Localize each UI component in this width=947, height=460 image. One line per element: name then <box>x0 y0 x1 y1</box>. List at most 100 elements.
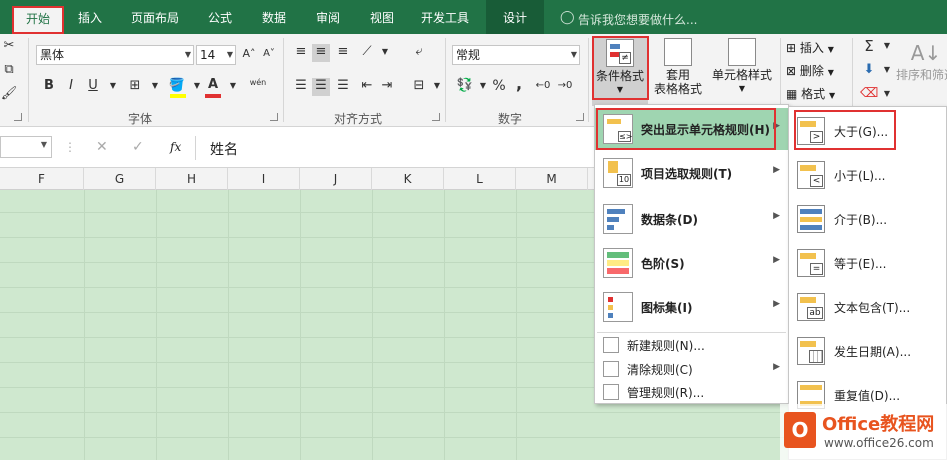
currency-icon[interactable]: 💱 <box>456 78 474 96</box>
tab-insert[interactable]: 插入 <box>66 0 114 34</box>
italic-button[interactable]: I <box>62 78 80 96</box>
format-painter-icon[interactable]: 🖌 <box>0 86 18 104</box>
submenu-item-text-contains[interactable]: ab 文本包含(T)... <box>789 285 944 329</box>
alignment-dialog-launcher[interactable] <box>432 113 440 121</box>
underline-button[interactable]: U <box>84 78 102 96</box>
conditional-format-label: 条件格式 <box>595 69 644 83</box>
chevron-down-icon[interactable]: ▼ <box>878 38 896 56</box>
clipboard-dialog-launcher[interactable] <box>14 113 22 121</box>
delete-cells-button[interactable]: ⊠ 删除 ▼ <box>786 61 834 81</box>
fill-icon[interactable]: ⬇ <box>860 62 878 80</box>
cut-icon[interactable]: ✂ <box>0 38 18 56</box>
menu-item-data-bars[interactable]: 数据条(D) ▶ <box>595 198 788 240</box>
merge-center-icon[interactable]: ⊟ <box>410 78 428 96</box>
column-header[interactable]: F <box>0 168 84 190</box>
manage-rules-icon <box>603 384 619 400</box>
chevron-down-icon[interactable]: ▼ <box>104 78 122 96</box>
increase-indent-icon[interactable]: ⇥ <box>378 78 396 96</box>
menu-item-highlight-cells-rules[interactable]: ≤> 突出显示单元格规则(H) ▶ <box>595 108 788 150</box>
cell-styles-button[interactable]: 单元格样式 ▼ <box>708 38 776 96</box>
enter-icon[interactable]: ✓ <box>132 139 144 155</box>
tab-formulas[interactable]: 公式 <box>196 0 244 34</box>
font-size-combo[interactable]: 14 ▼ <box>196 45 236 65</box>
font-name-combo[interactable]: 黑体 ▼ <box>36 45 194 65</box>
menu-item-manage-rules[interactable]: 管理规则(R)... <box>595 380 788 404</box>
align-center-icon[interactable]: ☰ <box>312 78 330 96</box>
column-header[interactable]: I <box>228 168 300 190</box>
tell-me-input[interactable]: 告诉我您想要做什么... <box>578 11 697 28</box>
wrap-text-icon[interactable]: ⤶ <box>410 44 428 62</box>
align-right-icon[interactable]: ☰ <box>334 78 352 96</box>
submenu-item-label: 重复值(D)... <box>834 389 901 403</box>
phonetic-guide-icon[interactable]: wén <box>246 75 270 93</box>
tab-view[interactable]: 视图 <box>358 0 406 34</box>
clear-icon[interactable]: ⌫ <box>860 86 878 104</box>
menu-item-new-rule[interactable]: 新建规则(N)... <box>595 333 788 357</box>
tab-data[interactable]: 数据 <box>250 0 298 34</box>
chevron-down-icon: ▼ <box>570 50 577 59</box>
border-icon[interactable]: ⊞ <box>126 78 144 96</box>
bold-button[interactable]: B <box>40 78 58 96</box>
submenu-item-date-occurring[interactable]: 发生日期(A)... <box>789 329 944 373</box>
menu-item-color-scales[interactable]: 色阶(S) ▶ <box>595 242 788 284</box>
formula-input[interactable]: 姓名 <box>195 136 595 160</box>
increase-decimal-icon[interactable]: ←0 <box>534 78 552 96</box>
copy-icon[interactable]: ⧉ <box>0 62 18 80</box>
tab-design[interactable]: 设计 <box>486 0 544 34</box>
submenu-item-greater-than[interactable]: > 大于(G)... <box>789 109 944 153</box>
chevron-down-icon[interactable]: ▼ <box>376 44 394 62</box>
align-left-icon[interactable]: ☰ <box>292 78 310 96</box>
decrease-decimal-icon[interactable]: →0 <box>556 78 574 96</box>
cancel-icon[interactable]: ✕ <box>96 139 108 155</box>
name-box[interactable]: ▼ <box>0 136 52 158</box>
submenu-item-equal-to[interactable]: = 等于(E)... <box>789 241 944 285</box>
font-dialog-launcher[interactable] <box>270 113 278 121</box>
chevron-down-icon[interactable]: ▼ <box>878 86 896 104</box>
column-header[interactable]: G <box>84 168 156 190</box>
equal-to-icon: = <box>797 249 825 277</box>
increase-font-icon[interactable]: A˄ <box>240 46 258 64</box>
comma-button[interactable]: , <box>510 76 528 94</box>
chevron-down-icon[interactable]: ▼ <box>878 62 896 80</box>
menu-item-icon-sets[interactable]: 图标集(I) ▶ <box>595 286 788 328</box>
decrease-indent-icon[interactable]: ⇤ <box>358 78 376 96</box>
sort-filter-button[interactable]: A↓ 排序和筛选 <box>896 38 947 82</box>
align-bottom-icon[interactable]: ≡ <box>334 44 352 62</box>
submenu-item-between[interactable]: 介于(B)... <box>789 197 944 241</box>
column-header[interactable]: M <box>516 168 588 190</box>
autosum-icon[interactable]: Σ <box>860 38 878 56</box>
chevron-down-icon[interactable]: ▼ <box>224 78 242 96</box>
percent-button[interactable]: % <box>490 78 508 96</box>
format-label: 格式 <box>801 87 826 101</box>
chevron-down-icon[interactable]: ▼ <box>146 78 164 96</box>
column-header[interactable]: H <box>156 168 228 190</box>
column-header[interactable]: J <box>300 168 372 190</box>
cell-styles-label: 单元格样式 <box>711 68 772 82</box>
insert-function-button[interactable]: fx <box>170 140 181 154</box>
menu-item-top-bottom-rules[interactable]: 10 项目选取规则(T) ▶ <box>595 152 788 194</box>
tab-review[interactable]: 审阅 <box>304 0 352 34</box>
orientation-icon[interactable]: ⟋ <box>358 44 376 62</box>
tab-developer[interactable]: 开发工具 <box>412 0 478 34</box>
menu-item-clear-rules[interactable]: 清除规则(C) ▶ <box>595 357 788 381</box>
conditional-format-button[interactable]: ≠ 条件格式 ▼ <box>592 36 648 106</box>
insert-cells-button[interactable]: ⊞ 插入 ▼ <box>786 38 834 58</box>
font-size-value: 14 <box>200 48 216 62</box>
tab-page-layout[interactable]: 页面布局 <box>120 0 190 34</box>
format-cells-button[interactable]: ▦ 格式 ▼ <box>786 84 835 104</box>
tab-home[interactable]: 开始 <box>12 6 64 34</box>
number-dialog-launcher[interactable] <box>576 113 584 121</box>
align-middle-icon[interactable]: ≡ <box>312 44 330 62</box>
decrease-font-icon[interactable]: A˅ <box>260 46 278 64</box>
format-as-table-button[interactable]: 套用 表格格式 <box>648 38 708 96</box>
chevron-down-icon[interactable]: ▼ <box>428 78 446 96</box>
column-header[interactable]: L <box>444 168 516 190</box>
delete-cells-icon: ⊠ <box>786 64 800 78</box>
grid-line <box>372 190 373 460</box>
align-top-icon[interactable]: ≡ <box>292 44 310 62</box>
column-header[interactable]: K <box>372 168 444 190</box>
submenu-item-less-than[interactable]: < 小于(L)... <box>789 153 944 197</box>
font-color-icon[interactable]: A <box>204 77 222 95</box>
number-format-combo[interactable]: 常规 ▼ <box>452 45 580 65</box>
grid-line <box>156 190 157 460</box>
